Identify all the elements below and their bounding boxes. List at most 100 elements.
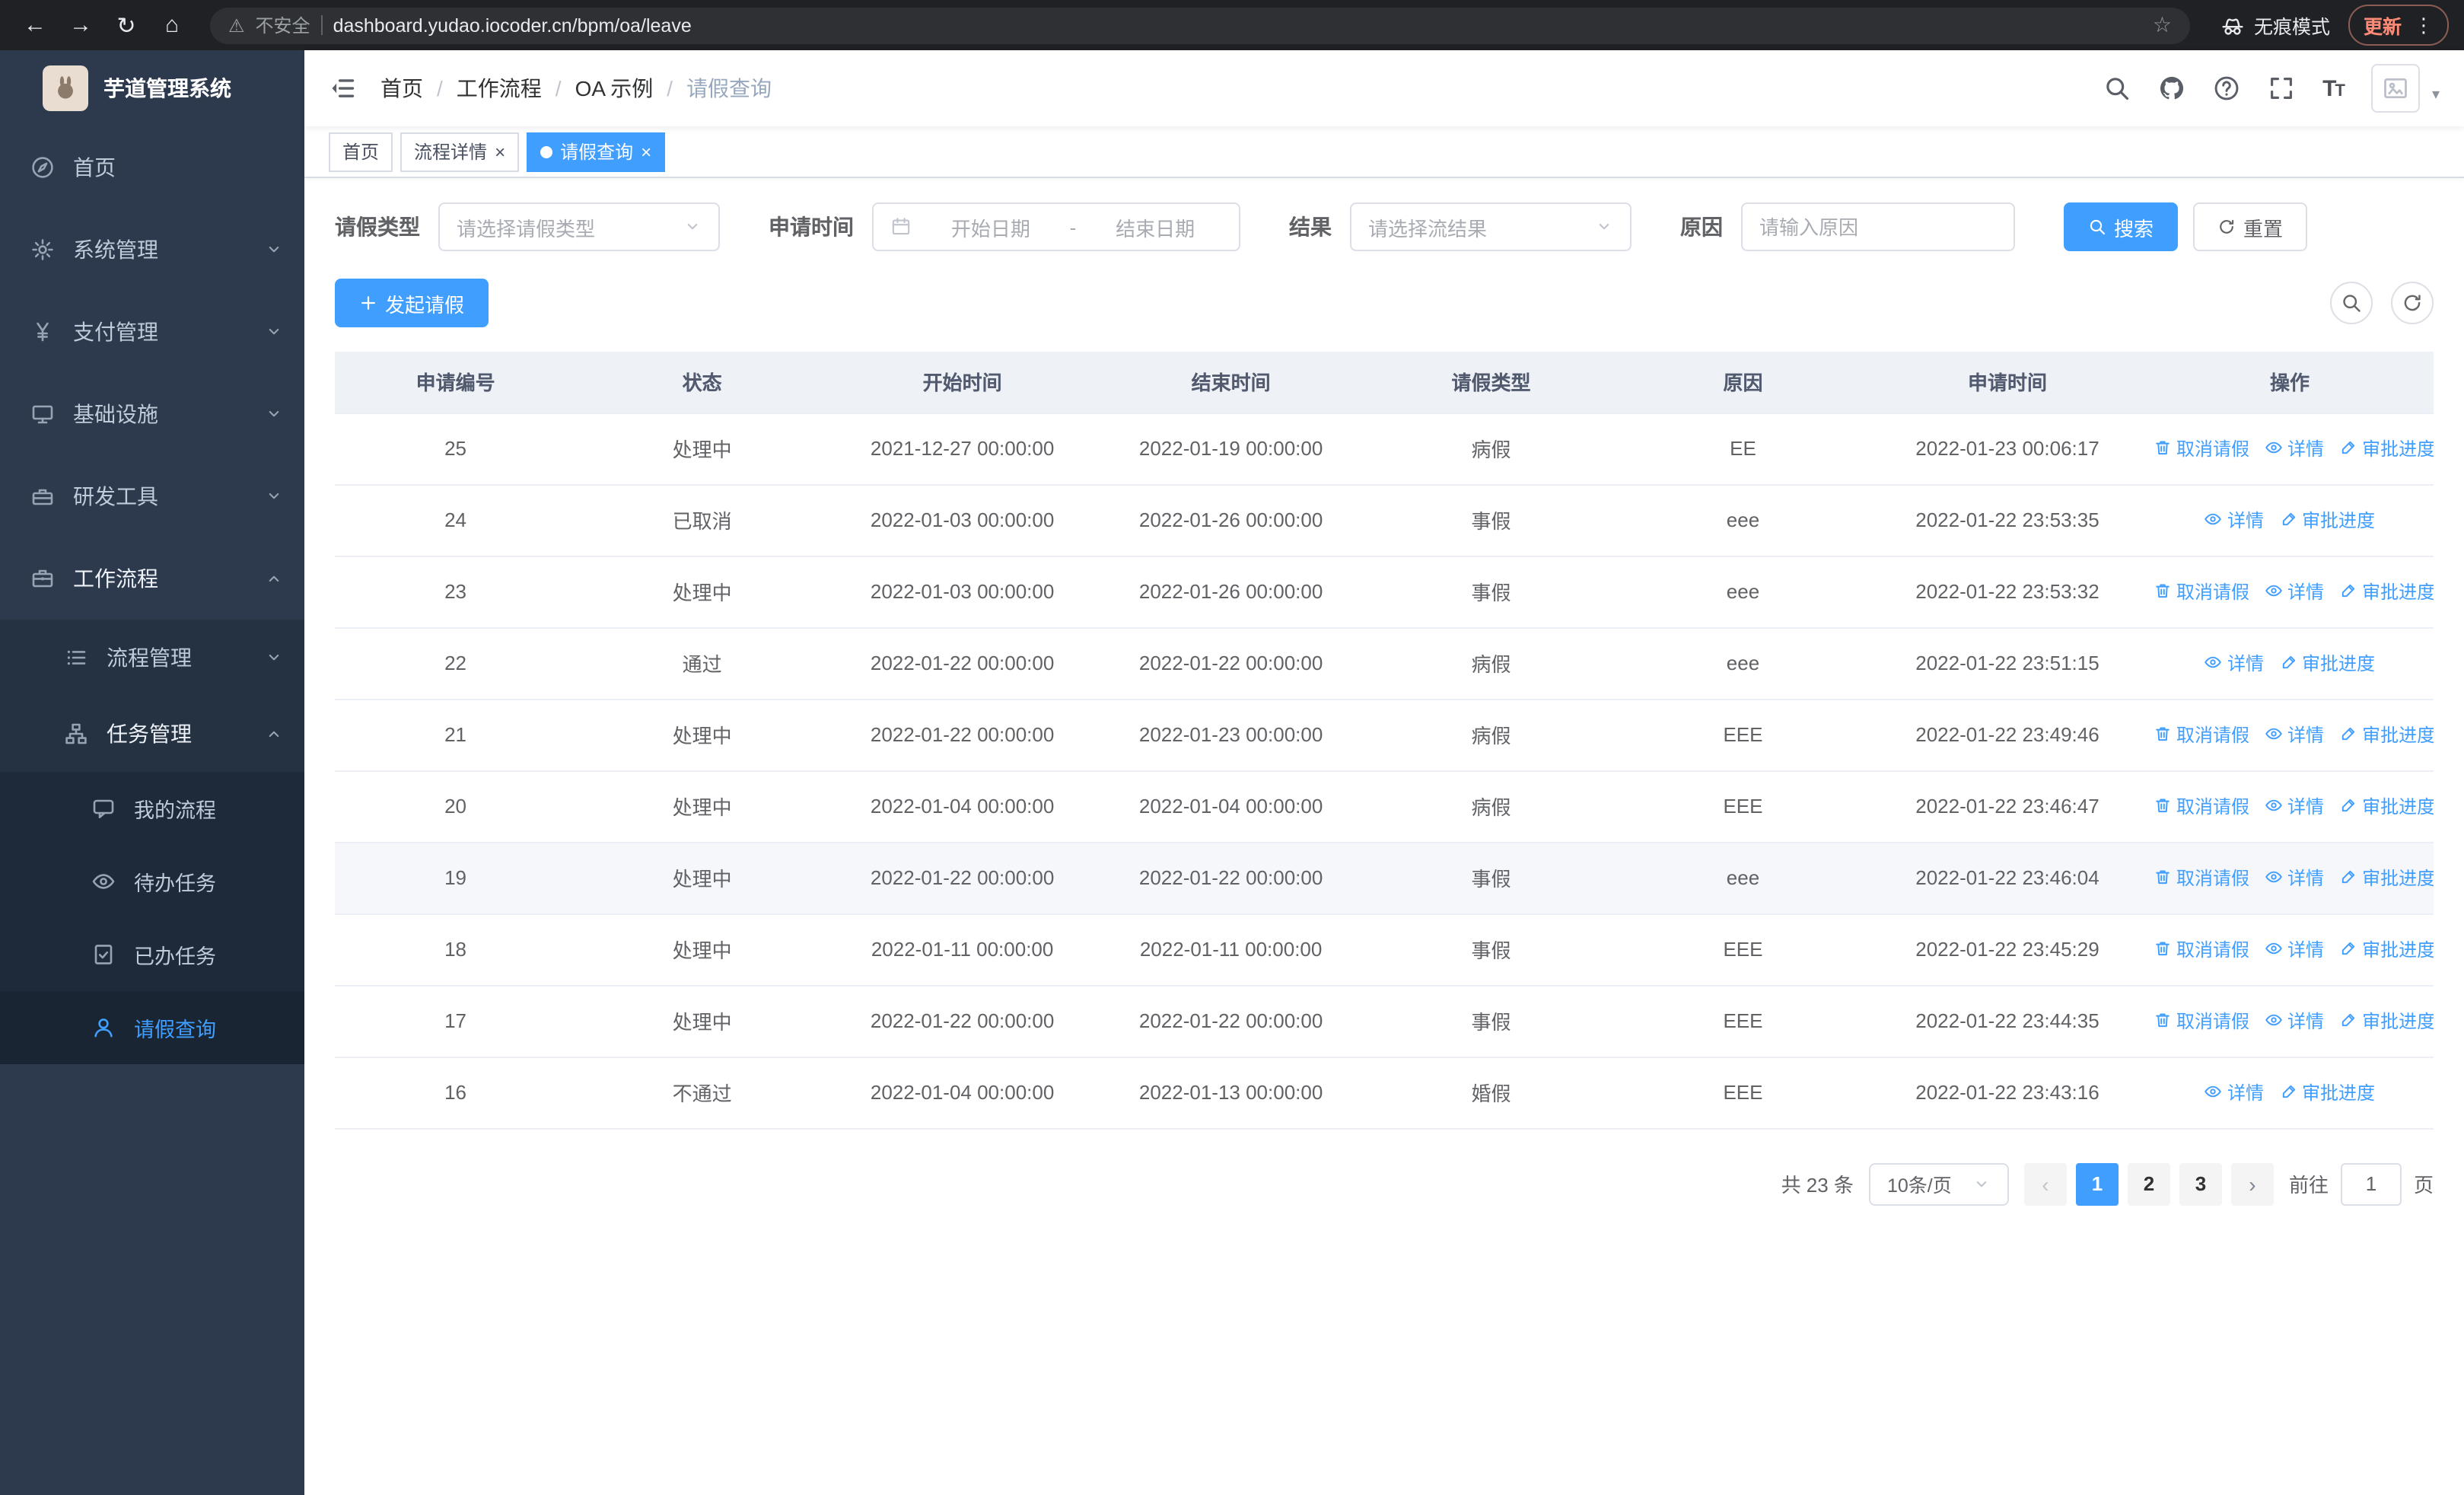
page-size-select[interactable]: 10条/页 (1868, 1162, 2009, 1205)
search-button[interactable]: 搜索 (2064, 202, 2179, 251)
detail-link[interactable]: 详情 (2265, 936, 2324, 962)
column-header: 开始时间 (828, 352, 1097, 413)
cancel-leave-link[interactable]: 取消请假 (2154, 1008, 2249, 1034)
eye-icon (91, 869, 116, 894)
font-size-icon[interactable]: TT (2322, 75, 2345, 101)
breadcrumb-home[interactable]: 首页 (380, 73, 423, 104)
breadcrumb-oa[interactable]: OA 示例 (575, 73, 654, 104)
chevron-down-icon (1972, 1175, 1991, 1193)
detail-link[interactable]: 详情 (2265, 1008, 2324, 1034)
cell-actions: 取消请假 详情 审批进度 (2146, 842, 2434, 914)
tab-label: 流程详情 (414, 142, 488, 163)
approval-progress-link[interactable]: 审批进度 (2279, 650, 2375, 676)
approval-progress-link[interactable]: 审批进度 (2279, 1079, 2375, 1105)
github-icon[interactable] (2158, 75, 2185, 102)
cell-end-time: 2022-01-23 00:00:00 (1097, 699, 1366, 771)
create-leave-button[interactable]: 发起请假 (335, 279, 489, 327)
cell-end-time: 2022-01-22 00:00:00 (1097, 985, 1366, 1057)
monitor-icon (30, 402, 55, 426)
cell-reason: EEE (1617, 985, 1869, 1057)
goto-page-input[interactable] (2340, 1162, 2402, 1205)
detail-link[interactable]: 详情 (2205, 650, 2264, 676)
detail-link[interactable]: 详情 (2265, 722, 2324, 748)
sidebar-collapse-icon[interactable] (329, 75, 356, 102)
refresh-table-button[interactable] (2391, 282, 2434, 324)
page-button-3[interactable]: 3 (2179, 1162, 2222, 1205)
sidebar-item-infrastructure[interactable]: 基础设施 (0, 373, 304, 455)
cell-id: 21 (335, 699, 577, 771)
browser-menu-icon[interactable]: ⋮ (2414, 13, 2434, 37)
cell-apply-time: 2022-01-22 23:45:29 (1868, 913, 2146, 986)
avatar-caret-icon[interactable]: ▾ (2432, 87, 2440, 104)
sidebar-item-todo-tasks[interactable]: 待办任务 (0, 845, 304, 918)
approval-progress-link[interactable]: 审批进度 (2279, 507, 2375, 533)
tab-leave-query[interactable]: 请假查询 × (527, 132, 666, 171)
detail-link[interactable]: 详情 (2265, 865, 2324, 891)
url-text: dashboard.yudao.iocoder.cn/bpm/oa/leave (333, 14, 692, 36)
sidebar-item-leave-query[interactable]: 请假查询 (0, 991, 304, 1064)
page-buttons: 123 (2075, 1162, 2222, 1205)
sidebar-item-task-management[interactable]: 任务管理 (0, 696, 304, 772)
approval-progress-link[interactable]: 审批进度 (2339, 1008, 2434, 1034)
close-icon[interactable]: × (495, 142, 505, 161)
detail-link[interactable]: 详情 (2265, 793, 2324, 819)
detail-link[interactable]: 详情 (2265, 435, 2324, 461)
tab-home[interactable]: 首页 (329, 132, 393, 171)
approval-progress-link[interactable]: 审批进度 (2339, 435, 2434, 461)
address-bar[interactable]: ⚠ 不安全 dashboard.yudao.iocoder.cn/bpm/oa/… (210, 7, 2190, 43)
approval-progress-link[interactable]: 审批进度 (2339, 579, 2434, 604)
browser-home-button[interactable]: ⌂ (152, 5, 192, 45)
apply-time-range-picker[interactable]: 开始日期 - 结束日期 (872, 202, 1240, 251)
detail-link[interactable]: 详情 (2205, 1079, 2264, 1105)
cell-id: 23 (335, 556, 577, 628)
breadcrumb-current: 请假查询 (686, 76, 772, 100)
cancel-leave-link[interactable]: 取消请假 (2154, 865, 2249, 891)
bookmark-star-icon[interactable]: ☆ (2153, 12, 2172, 38)
approval-progress-link[interactable]: 审批进度 (2339, 722, 2434, 748)
cancel-leave-link[interactable]: 取消请假 (2154, 435, 2249, 461)
sidebar-item-system[interactable]: 系统管理 (0, 209, 304, 291)
cancel-leave-link[interactable]: 取消请假 (2154, 793, 2249, 819)
sidebar-item-devtools[interactable]: 研发工具 (0, 455, 304, 537)
approval-progress-link[interactable]: 审批进度 (2339, 865, 2434, 891)
sidebar-item-payment[interactable]: 支付管理 (0, 291, 304, 373)
cancel-leave-link[interactable]: 取消请假 (2154, 722, 2249, 748)
cell-apply-time: 2022-01-22 23:53:35 (1868, 484, 2146, 556)
reset-button[interactable]: 重置 (2193, 202, 2308, 251)
reason-input[interactable] (1759, 215, 1997, 238)
result-select[interactable]: 请选择流结果 (1350, 202, 1632, 251)
prev-page-button[interactable]: ‹ (2023, 1162, 2067, 1205)
approval-progress-link[interactable]: 审批进度 (2339, 793, 2434, 819)
browser-back-button[interactable]: ← (15, 5, 55, 45)
cancel-leave-link[interactable]: 取消请假 (2154, 936, 2249, 962)
sidebar-item-workflow[interactable]: 工作流程 (0, 537, 304, 620)
broken-image-icon (2382, 75, 2409, 102)
approval-progress-link[interactable]: 审批进度 (2339, 936, 2434, 962)
page-button-2[interactable]: 2 (2127, 1162, 2170, 1205)
next-page-button[interactable]: › (2230, 1162, 2274, 1205)
sidebar-item-my-process[interactable]: 我的流程 (0, 772, 304, 845)
close-icon[interactable]: × (641, 142, 651, 161)
detail-link[interactable]: 详情 (2265, 579, 2324, 604)
detail-link[interactable]: 详情 (2205, 507, 2264, 533)
leave-type-select[interactable]: 请选择请假类型 (438, 202, 720, 251)
table-row: 18 处理中 2022-01-11 00:00:00 2022-01-11 00… (335, 913, 2434, 986)
cell-leave-type: 事假 (1365, 556, 1618, 628)
sidebar-item-home[interactable]: 首页 (0, 126, 304, 209)
fullscreen-icon[interactable] (2268, 75, 2295, 102)
tab-process-detail[interactable]: 流程详情 × (400, 132, 520, 171)
avatar[interactable] (2370, 64, 2420, 113)
header-search-icon[interactable] (2103, 75, 2131, 102)
breadcrumb-workflow[interactable]: 工作流程 (457, 73, 542, 104)
create-leave-label: 发起请假 (385, 293, 465, 316)
sidebar-item-done-tasks[interactable]: 已办任务 (0, 918, 304, 991)
help-icon[interactable] (2213, 75, 2240, 102)
sidebar-item-process-management[interactable]: 流程管理 (0, 620, 304, 696)
column-header: 原因 (1617, 352, 1869, 413)
browser-forward-button[interactable]: → (61, 5, 100, 45)
toggle-search-button[interactable] (2330, 282, 2373, 324)
cancel-leave-link[interactable]: 取消请假 (2154, 579, 2249, 604)
page-button-1[interactable]: 1 (2075, 1162, 2119, 1205)
browser-update-chip[interactable]: 更新 ⋮ (2348, 5, 2449, 46)
browser-reload-button[interactable]: ↻ (107, 5, 146, 45)
